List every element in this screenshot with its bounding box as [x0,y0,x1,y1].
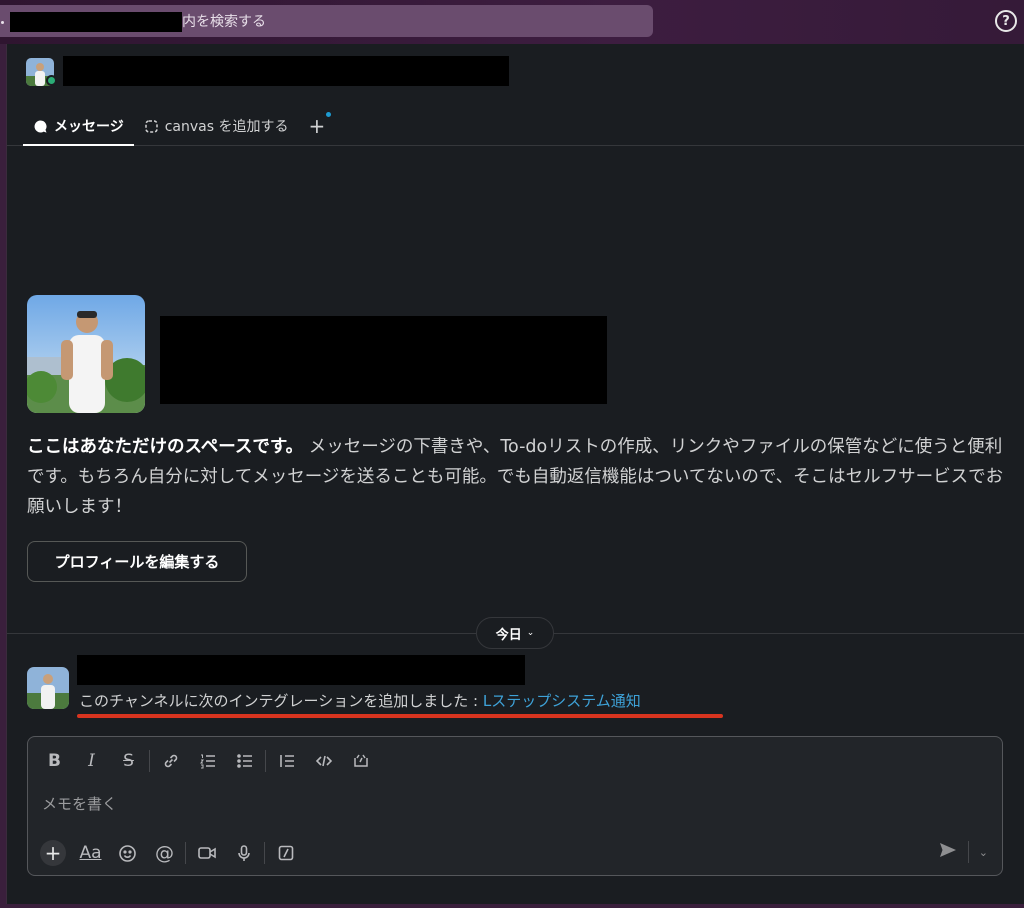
notification-dot [326,112,332,117]
redacted-sender-name [77,655,525,685]
formatting-toolbar: B I S [36,745,379,777]
send-icon[interactable] [938,841,958,863]
send-area: ⌄ [938,841,988,863]
main-panel: メッセージ canvas を追加する + ここはあなただけのスペースです。 メッ… [6,44,1024,904]
toolbar-separator [185,842,186,864]
date-label: 今日 [495,627,522,643]
channel-header: メッセージ canvas を追加する + [7,44,1024,146]
intro-heading: ここはあなただけのスペースです。 [27,437,304,457]
toolbar-separator [265,750,266,772]
blockquote-icon[interactable] [268,746,305,776]
link-icon[interactable] [152,746,189,776]
microphone-icon[interactable] [225,838,262,868]
message-bubble-icon [33,119,48,134]
message-avatar[interactable] [27,667,69,709]
slash-command-icon[interactable] [267,838,304,868]
strikethrough-button[interactable]: S [110,746,147,776]
code-icon[interactable] [305,746,342,776]
tab-messages-label: メッセージ [54,119,124,135]
attach-plus-button[interactable]: + [40,840,66,866]
search-placeholder: 内を検索する [182,14,266,30]
message-text: このチャンネルに次のインテグレーションを追加しました : Lステップシステム通知 [79,690,641,712]
ordered-list-icon[interactable] [189,746,226,776]
search-dot [1,21,4,24]
help-icon[interactable]: ? [995,10,1017,32]
bulleted-list-icon[interactable] [226,746,263,776]
emoji-icon[interactable] [109,838,146,868]
toolbar-separator [264,842,265,864]
text-format-button[interactable]: Aa [72,838,109,868]
composer-input[interactable]: メモを書く [42,793,117,814]
profile-avatar[interactable] [27,295,145,413]
composer-actions: + Aa @ [36,837,304,869]
italic-button[interactable]: I [73,746,110,776]
tab-add-canvas[interactable]: canvas を追加する [134,106,299,146]
intro-description: ここはあなただけのスペースです。 メッセージの下書きや、To-doリストの作成、… [27,432,1007,522]
code-block-icon[interactable] [342,746,379,776]
add-tab-button[interactable]: + [299,106,336,146]
bold-button[interactable]: B [36,746,73,776]
plus-icon: + [308,114,326,138]
toolbar-separator [149,750,150,772]
tab-add-canvas-label: canvas を追加する [164,119,289,135]
annotation-underline [77,714,723,718]
tab-messages[interactable]: メッセージ [23,106,134,146]
presence-dot [46,75,57,86]
integration-link[interactable]: Lステップシステム通知 [483,692,641,710]
video-icon[interactable] [188,838,225,868]
redacted-display-name [160,316,607,404]
send-separator [967,841,969,863]
chevron-down-icon: ⌄ [526,628,535,638]
canvas-icon [144,119,159,134]
message-body: このチャンネルに次のインテグレーションを追加しました : [79,692,483,710]
chevron-down-icon[interactable]: ⌄ [979,846,988,859]
message-composer: B I S メモを書く + Aa @ ⌄ [27,736,1003,876]
tab-bar: メッセージ canvas を追加する + [23,106,335,146]
redacted-workspace-name [10,12,182,32]
search-box[interactable]: 内を検索する [0,5,653,37]
edit-profile-button[interactable]: プロフィールを編集する [27,541,247,582]
date-divider-pill[interactable]: 今日 ⌄ [476,617,554,649]
mention-icon[interactable]: @ [146,838,183,868]
redacted-channel-name [63,56,509,86]
top-bar: 内を検索する ? [0,0,1024,44]
